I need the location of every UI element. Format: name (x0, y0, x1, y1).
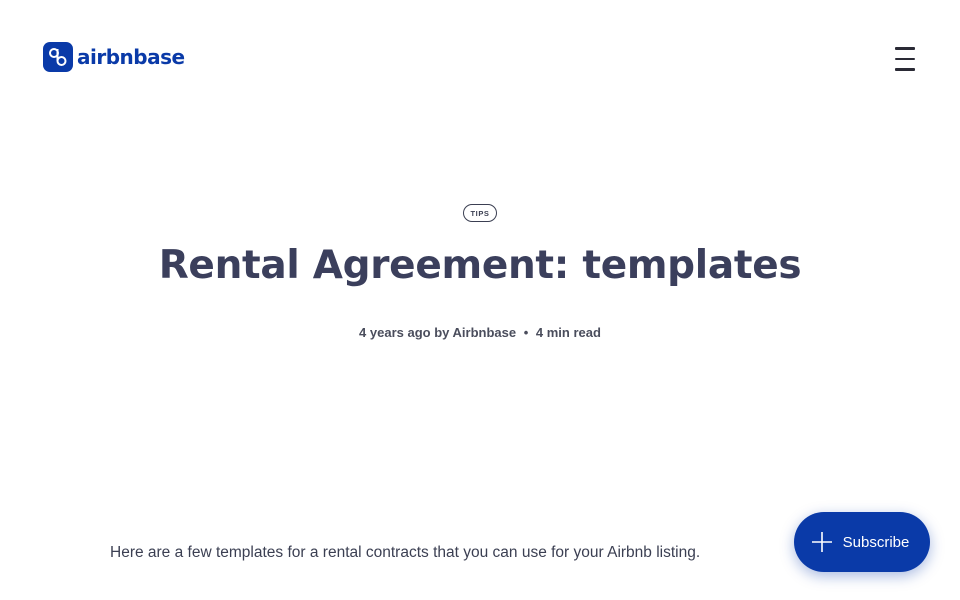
subscribe-label: Subscribe (842, 533, 910, 551)
page-title: Rental Agreement: templates (158, 243, 802, 288)
meta-read-time: 4 min read (535, 325, 601, 340)
airbnbase-logo-icon (43, 42, 73, 72)
site-header: airbnbase (0, 0, 960, 116)
menu-button[interactable] (893, 46, 917, 72)
article-meta: 4 years ago by Airbnbase • 4 min read (0, 325, 960, 340)
article-intro: Here are a few templates for a rental co… (110, 544, 701, 561)
tag-badge[interactable]: TIPS (463, 204, 497, 222)
subscribe-button[interactable]: Subscribe (794, 512, 930, 572)
page: airbnbase TIPS Rental Agreement: templat… (0, 0, 960, 600)
logo-wordmark: airbnbase (77, 45, 185, 69)
meta-time-ago: 4 years ago by (359, 325, 450, 340)
plus-icon (811, 531, 833, 553)
author-link[interactable]: Airbnbase (453, 325, 517, 340)
meta-separator: • (523, 325, 529, 340)
site-logo-link[interactable]: airbnbase (43, 42, 185, 72)
